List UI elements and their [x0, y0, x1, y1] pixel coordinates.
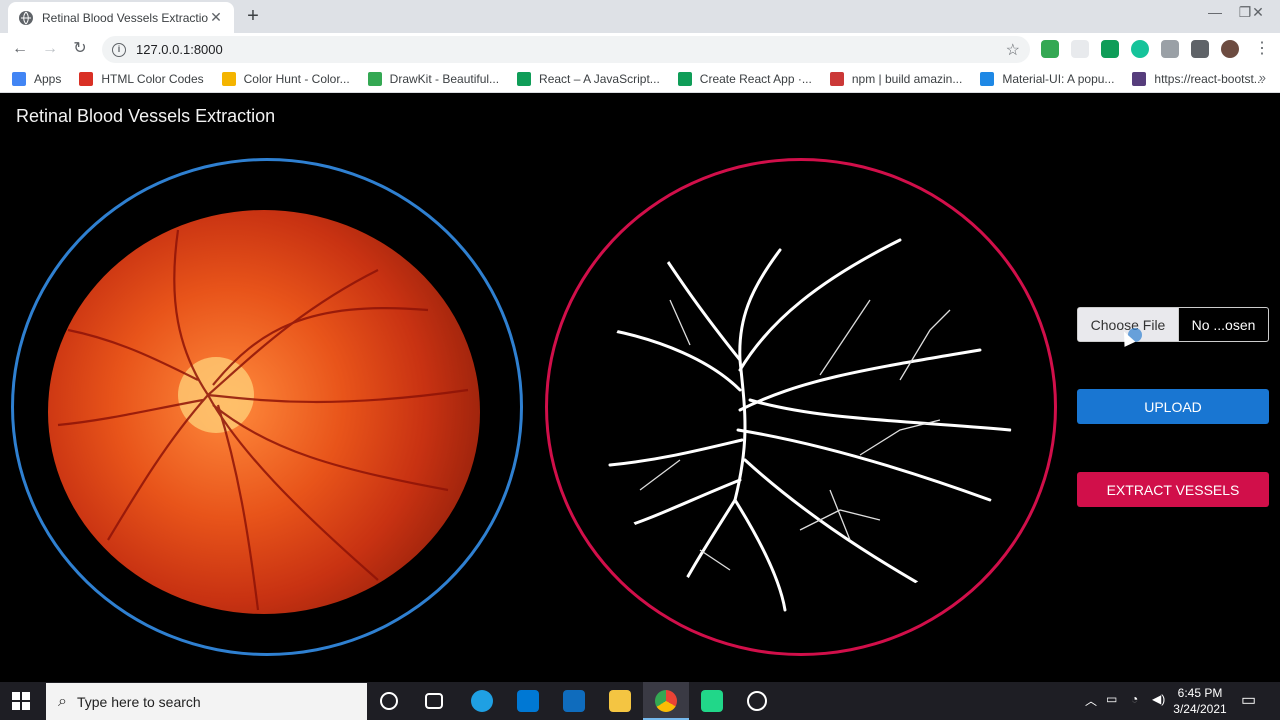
taskbar-search-box[interactable]: ⌕ Type here to search [46, 683, 367, 720]
bookmark-label: Material-UI: A popu... [1002, 71, 1115, 86]
more-bookmarks-icon[interactable]: » [1259, 70, 1266, 85]
file-explorer-icon[interactable] [609, 690, 631, 712]
edge-icon[interactable] [471, 690, 493, 712]
fundus-image [48, 210, 480, 614]
create-react-app-icon [677, 71, 692, 86]
chrome-menu-icon[interactable]: ⋮ [1252, 39, 1272, 59]
obs-icon[interactable] [747, 691, 767, 711]
upload-button[interactable]: UPLOAD [1077, 389, 1269, 424]
system-clock[interactable]: 6:45 PM 3/24/2021 [1172, 685, 1228, 717]
color-hunt-icon [221, 71, 236, 86]
clock-time: 6:45 PM [1177, 686, 1223, 700]
bookmark-label: Color Hunt - Color... [243, 71, 350, 86]
tab-close-icon[interactable]: ✕ [208, 9, 224, 26]
reload-icon[interactable]: ↻ [70, 39, 90, 59]
search-icon: ⌕ [58, 692, 67, 710]
bookmark-item[interactable]: npm | build amazin... [829, 71, 963, 86]
bookmark-label: https://react-bootst... [1154, 71, 1264, 86]
bookmark-item[interactable]: Color Hunt - Color... [221, 71, 350, 86]
extracted-vessels-image [600, 210, 1012, 614]
bookmark-item[interactable]: Create React App ·... [677, 71, 812, 86]
browser-tab-bar: Retinal Blood Vessels Extraction ✕ + — ❐… [0, 0, 1280, 33]
shield-extension-icon[interactable] [1041, 40, 1059, 58]
file-input[interactable]: Choose File No ...osen [1077, 307, 1269, 342]
translate-extension-icon[interactable] [1101, 40, 1119, 58]
cortana-icon[interactable] [380, 692, 398, 710]
profile-avatar-icon[interactable] [1221, 40, 1239, 58]
bookmark-star-icon[interactable]: ☆ [1006, 40, 1020, 60]
bookmark-item[interactable]: DrawKit - Beautiful... [367, 71, 500, 86]
react-bootstrap-icon [1132, 71, 1147, 86]
apps-grid-icon [12, 71, 26, 86]
extract-vessels-button[interactable]: EXTRACT VESSELS [1077, 472, 1269, 507]
web-page: Retinal Blood Vessels Extraction Choose … [0, 94, 1280, 682]
bookmark-item[interactable]: React – A JavaScript... [517, 71, 660, 86]
bookmark-item[interactable]: https://react-bootst... [1132, 71, 1264, 86]
bookmark-label: Create React App ·... [699, 71, 812, 86]
grammarly-icon[interactable] [1131, 40, 1149, 58]
clock-date: 3/24/2021 [1173, 702, 1227, 716]
battery-icon[interactable]: ▭ [1106, 692, 1117, 706]
bookmark-item[interactable]: HTML Color Codes [79, 71, 204, 86]
bookmarks-bar: Apps HTML Color Codes Color Hunt - Color..… [0, 65, 1280, 93]
store-icon[interactable] [517, 690, 539, 712]
tab-title: Retinal Blood Vessels Extraction [42, 10, 208, 25]
bookmark-label: DrawKit - Beautiful... [389, 71, 500, 86]
wifi-icon[interactable]: ◔ [1131, 692, 1138, 706]
npm-icon [829, 71, 844, 86]
forward-arrow-icon[interactable]: → [40, 39, 60, 59]
notifications-icon[interactable]: ▭ [1241, 690, 1256, 710]
react-icon [517, 71, 532, 86]
chrome-icon[interactable] [655, 690, 677, 712]
extension-icon[interactable] [1071, 40, 1089, 58]
bookmark-item[interactable]: Material-UI: A popu... [980, 71, 1115, 86]
address-bar[interactable]: i 127.0.0.1:8000 ☆ [102, 36, 1030, 63]
minimize-icon[interactable]: — [1200, 4, 1230, 20]
windows-start-icon[interactable] [12, 692, 30, 710]
privacy-badger-icon[interactable] [1161, 40, 1179, 58]
browser-tab[interactable]: Retinal Blood Vessels Extraction ✕ [8, 2, 234, 33]
back-arrow-icon[interactable]: ← [10, 39, 30, 59]
bookmark-label: HTML Color Codes [101, 71, 204, 86]
mail-icon[interactable] [563, 690, 585, 712]
bookmark-label: npm | build amazin... [851, 71, 963, 86]
pycharm-icon[interactable] [701, 690, 723, 712]
site-info-icon[interactable]: i [112, 42, 126, 57]
new-tab-button[interactable]: + [243, 6, 263, 26]
puzzle-extensions-icon[interactable] [1191, 40, 1209, 58]
browser-toolbar: ← → ↻ i 127.0.0.1:8000 ☆ ⋮ [0, 33, 1280, 65]
material-ui-icon [980, 71, 995, 86]
html-color-codes-icon [79, 71, 94, 86]
url-text: 127.0.0.1:8000 [136, 42, 223, 57]
search-placeholder: Type here to search [76, 693, 201, 710]
bookmark-item[interactable]: Apps [12, 71, 62, 86]
task-view-icon[interactable] [425, 693, 443, 709]
bookmark-label: Apps [34, 71, 62, 86]
page-title: Retinal Blood Vessels Extraction [16, 106, 276, 126]
volume-icon[interactable]: ◀) [1152, 692, 1165, 706]
show-hidden-icons[interactable]: ︿ [1085, 692, 1097, 709]
windows-taskbar: ⌕ Type here to search ︿ ▭ ◔ ◀) 6:45 PM 3… [0, 682, 1280, 720]
bookmark-label: React – A JavaScript... [539, 71, 660, 86]
file-name-label: No ...osen [1179, 308, 1268, 341]
window-close-icon[interactable]: ✕ [1243, 4, 1273, 21]
drawkit-icon [367, 71, 382, 86]
globe-icon [19, 10, 33, 25]
